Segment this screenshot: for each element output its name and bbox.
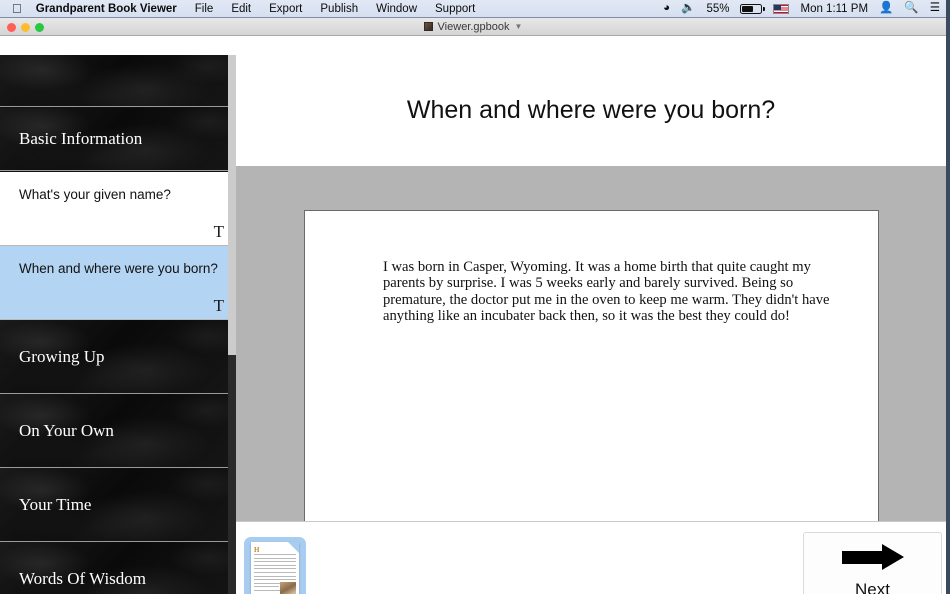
volume-icon[interactable]: 🔈 xyxy=(681,2,695,15)
sidebar: Basic Information What's your given name… xyxy=(0,55,236,594)
user-icon[interactable]: 👤 xyxy=(879,2,893,15)
page-title-bar: When and where were you born? xyxy=(236,55,946,166)
sidebar-section-on-your-own[interactable]: On Your Own xyxy=(0,394,236,468)
text-type-icon: T xyxy=(213,222,224,242)
sidebar-question-given-name[interactable]: What's your given name? T xyxy=(0,172,236,246)
sidebar-section-growing-up[interactable]: Growing Up xyxy=(0,320,236,394)
menu-bar-status-area: ◕ 🔈 55% Mon 1:11 PM 👤 🔍 ☰ xyxy=(663,2,950,15)
us-flag-icon[interactable] xyxy=(773,3,790,14)
wifi-icon[interactable]: ◕ xyxy=(663,2,670,15)
apple-logo-icon[interactable]:  xyxy=(12,2,22,15)
chevron-down-icon[interactable]: ▼ xyxy=(515,22,523,31)
sidebar-section-label: Words Of Wisdom xyxy=(19,568,147,588)
menu-item-publish[interactable]: Publish xyxy=(320,3,358,15)
desktop-right-edge xyxy=(946,0,950,594)
page-thumbnail[interactable]: H xyxy=(244,537,306,594)
sidebar-question-label: When and where were you born? xyxy=(19,261,218,276)
arrow-right-icon xyxy=(841,544,904,570)
next-button-label: Next xyxy=(855,580,890,594)
thumbnail-drop-cap: H xyxy=(254,546,260,554)
page-thumbnail-image: H xyxy=(251,542,299,594)
page-title: When and where were you born? xyxy=(406,96,776,124)
sidebar-scroll-track-bottom xyxy=(228,355,236,594)
list-menu-icon[interactable]: ☰ xyxy=(930,2,940,15)
answer-text: I was born in Casper, Wyoming. It was a … xyxy=(383,259,830,325)
app-window: Viewer.gpbook ▼ Basic Information What's… xyxy=(0,18,946,594)
zoom-button[interactable] xyxy=(35,23,44,32)
main-content: When and where were you born? I was born… xyxy=(236,55,946,594)
window-body: Basic Information What's your given name… xyxy=(0,55,946,594)
sidebar-section-label: Growing Up xyxy=(19,346,105,366)
sidebar-question-label: What's your given name? xyxy=(19,187,171,202)
battery-percent-label: 55% xyxy=(706,2,730,15)
menu-item-export[interactable]: Export xyxy=(269,3,302,15)
sidebar-question-when-where-born[interactable]: When and where were you born? T xyxy=(0,246,236,320)
menu-bar-clock[interactable]: Mon 1:11 PM xyxy=(800,3,868,15)
window-title-bar[interactable]: Viewer.gpbook ▼ xyxy=(0,18,946,36)
sidebar-section-label: On Your Own xyxy=(19,420,114,440)
answer-sheet[interactable]: I was born in Casper, Wyoming. It was a … xyxy=(304,210,879,558)
minimize-button[interactable] xyxy=(21,23,30,32)
sidebar-section-basic-information[interactable]: Basic Information xyxy=(0,108,236,171)
menu-bar:  Grandparent Book Viewer File Edit Expo… xyxy=(0,0,950,18)
search-icon[interactable]: 🔍 xyxy=(904,2,918,15)
next-button[interactable]: Next xyxy=(803,532,942,594)
sidebar-section-words-of-wisdom[interactable]: Words Of Wisdom xyxy=(0,542,236,594)
window-title: Viewer.gpbook xyxy=(437,20,510,33)
sidebar-section-label: Your Time xyxy=(19,494,92,514)
thumbnail-photo xyxy=(280,582,296,594)
sidebar-section-label: Basic Information xyxy=(19,129,143,148)
document-icon xyxy=(423,22,433,31)
menu-item-support[interactable]: Support xyxy=(435,3,475,15)
menu-item-edit[interactable]: Edit xyxy=(231,3,251,15)
battery-icon[interactable] xyxy=(740,3,765,14)
sidebar-section-your-time[interactable]: Your Time xyxy=(0,468,236,542)
window-traffic-lights xyxy=(7,23,44,32)
text-type-icon: T xyxy=(213,296,224,316)
bottom-toolbar: H Next xyxy=(236,521,946,594)
menu-app-name[interactable]: Grandparent Book Viewer xyxy=(36,3,177,15)
menu-item-window[interactable]: Window xyxy=(376,3,417,15)
close-button[interactable] xyxy=(7,23,16,32)
menu-item-file[interactable]: File xyxy=(195,3,214,15)
sidebar-section-partial-top[interactable] xyxy=(0,55,236,107)
page-canvas: I was born in Casper, Wyoming. It was a … xyxy=(236,166,946,558)
